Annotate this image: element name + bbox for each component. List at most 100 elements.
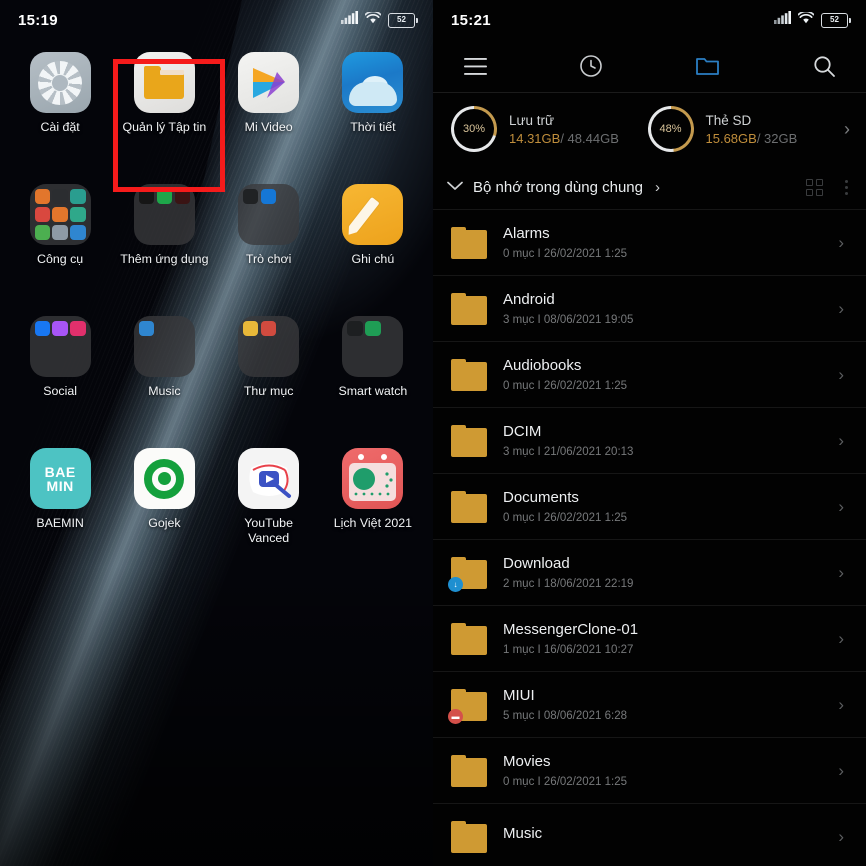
file-name: Audiobooks [503,357,582,374]
storage-used: 15.68GB [705,130,757,146]
app-ghi-chu[interactable]: Ghi chú [321,184,425,302]
app-label: Trò chơi [245,252,292,266]
app-thoi-tiet[interactable]: Thời tiết [321,52,425,170]
social-folder-icon [29,316,91,377]
table-row[interactable]: ▬ MIUI 5 mục I 08/06/2021 6:28 › [433,671,866,737]
table-row[interactable]: DCIM 3 mục I 21/06/2021 20:13 › [433,407,866,473]
app-tro-choi[interactable]: Trò chơi [217,184,321,302]
app-label: Social [43,384,77,398]
chevron-right-icon[interactable]: › [838,827,848,847]
app-music[interactable]: Music [112,316,216,434]
battery-level: 52 [397,15,406,24]
app-mi-video[interactable]: Mi Video [217,52,321,170]
table-row[interactable]: MessengerClone-01 1 mục I 16/06/2021 10:… [433,605,866,671]
file-manager-top-nav [433,40,866,92]
table-row[interactable]: Documents 0 mục I 26/02/2021 1:25 › [433,473,866,539]
storage-ring-sdcard: 48% [647,106,694,152]
overflow-menu-icon[interactable] [845,179,848,195]
app-cong-cu[interactable]: Công cụ [8,184,112,302]
chevron-right-icon[interactable]: › [838,431,848,451]
app-label: Thêm ứng dụng [120,252,209,266]
chevron-right-icon[interactable]: › [838,365,848,385]
folder-icon: ▬ [448,688,487,724]
file-name: MIUI [503,687,535,704]
right-phone-file-manager: 15:21 52 30% Lưu trữ 14.31GB/ 48.44GB 48… [433,0,866,866]
app-label: Cài đặt [40,120,80,134]
smart-watch-folder-icon [342,316,404,377]
storage-item-sdcard[interactable]: 48% Thẻ SD 15.68GB/ 32GB [647,106,845,152]
app-label: Ghi chú [351,252,395,266]
battery-icon: 52 [821,12,851,28]
file-meta: 0 mục I 26/02/2021 1:25 [503,248,628,260]
status-clock: 15:21 [451,11,491,29]
file-meta: 3 mục I 21/06/2021 20:13 [503,446,634,458]
folder-icon [451,424,487,457]
file-meta: 3 mục I 08/06/2021 19:05 [503,314,634,326]
games-folder-icon [238,184,300,245]
table-row[interactable]: Android 3 mục I 08/06/2021 19:05 › [433,275,866,341]
chevron-right-icon[interactable]: › [838,761,848,781]
table-row[interactable]: Movies 0 mục I 26/02/2021 1:25 › [433,737,866,803]
chevron-right-icon[interactable]: › [838,299,848,319]
storage-title: Lưu trữ [509,112,555,128]
table-row[interactable]: ↓ Download 2 mục I 18/06/2021 22:19 › [433,539,866,605]
status-system-icons: 52 [774,10,851,29]
storage-ring-internal: 30% [451,106,497,152]
more-apps-folder-icon [133,184,195,245]
chevron-right-icon[interactable]: › [838,563,848,583]
cellular-signal-icon [774,11,791,29]
wifi-icon [797,10,815,29]
app-gojek[interactable]: Gojek [112,448,216,566]
storage-total: / 32GB [756,130,798,146]
status-system-icons: 52 [341,10,418,29]
baemin-app-icon: BAE MIN [29,448,91,509]
baemin-icon-text: BAE MIN [44,463,76,494]
right-status-bar: 15:21 52 [433,0,866,40]
storage-item-internal[interactable]: 30% Lưu trữ 14.31GB/ 48.44GB [451,106,648,152]
table-row[interactable]: Music › [433,803,866,866]
app-label: Công cụ [37,252,84,266]
app-label: BAEMIN [36,516,84,530]
chevron-down-icon[interactable] [447,178,463,196]
app-thu-muc[interactable]: Thư mục [217,316,321,434]
file-name: Music [503,825,543,842]
settings-gear-icon [29,52,91,113]
file-meta: 5 mục I 08/06/2021 6:28 [503,710,628,722]
folder-icon [451,358,487,391]
file-name: Alarms [503,225,550,242]
app-baemin[interactable]: BAE MIN BAEMIN [8,448,112,566]
app-lich-viet[interactable]: Lịch Việt 2021 [321,448,425,566]
chevron-right-icon[interactable]: › [838,695,848,715]
table-row[interactable]: Alarms 0 mục I 26/02/2021 1:25 › [433,209,866,275]
storage-summary-row[interactable]: 30% Lưu trữ 14.31GB/ 48.44GB 48% Thẻ SD … [433,93,866,165]
notes-pencil-icon [342,184,404,245]
internal-storage-section-header[interactable]: Bộ nhớ trong dùng chung › [433,165,866,209]
app-them-ung-dung[interactable]: Thêm ứng dụng [112,184,216,302]
battery-icon: 52 [388,12,418,28]
menu-icon[interactable] [455,46,495,86]
file-name: DCIM [503,423,542,440]
folder-tab-icon[interactable] [688,46,728,86]
file-name: Android [503,291,555,308]
app-quan-ly-tap-tin[interactable]: Quản lý Tập tin [112,52,216,170]
grid-view-icon[interactable] [806,178,823,196]
table-row[interactable]: Audiobooks 0 mục I 26/02/2021 1:25 › [433,341,866,407]
app-cai-dat[interactable]: Cài đặt [8,52,112,170]
recent-clock-icon[interactable] [571,46,611,86]
file-meta: 2 mục I 18/06/2021 22:19 [503,578,634,590]
app-smart-watch[interactable]: Smart watch [321,316,425,434]
weather-cloud-icon [342,52,404,113]
storage-total: / 48.44GB [560,130,619,146]
chevron-right-icon[interactable]: › [838,233,848,253]
app-label: YouTube Vanced [244,516,293,545]
app-youtube-vanced[interactable]: YouTube Vanced [217,448,321,566]
search-icon[interactable] [804,46,844,86]
folder-icon [451,622,487,655]
chevron-right-icon[interactable]: › [838,497,848,517]
app-social[interactable]: Social [8,316,112,434]
app-label: Thư mục [243,384,294,398]
wallpaper-vignette [0,566,433,866]
app-grid: Cài đặt Quản lý Tập tin Mi Video Thời ti… [0,52,433,566]
chevron-right-icon[interactable]: › [844,119,854,140]
chevron-right-icon[interactable]: › [838,629,848,649]
